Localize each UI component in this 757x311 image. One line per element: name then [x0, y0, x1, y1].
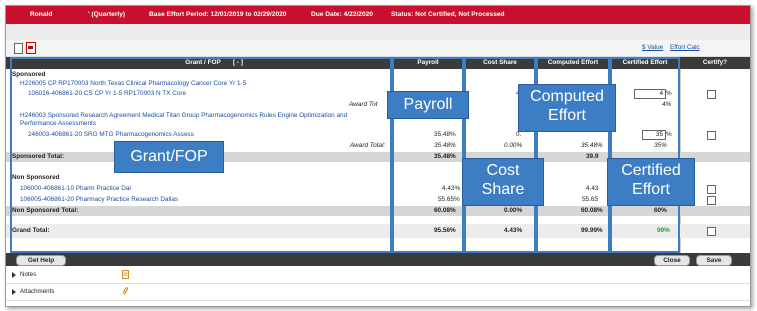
employee-name: Ronald [30, 11, 53, 18]
callout-computed-effort: Computed Effort [518, 84, 616, 132]
due-date: Due Date: 4/22/2020 [311, 11, 373, 18]
report-type: ' (Quarterly) [88, 11, 126, 18]
certification-status: Status: Not Certified, Not Processed [391, 11, 505, 18]
callout-certified-effort: Certified Effort [607, 158, 695, 206]
paperclip-icon[interactable] [122, 287, 129, 296]
highlight-payroll-column [392, 57, 464, 253]
get-help-button[interactable]: Get Help [16, 255, 66, 266]
toolbar: $ Value Effort Calc [6, 40, 750, 57]
pdf-icon[interactable] [26, 42, 36, 54]
certify-checkbox[interactable] [707, 196, 716, 205]
certify-checkbox[interactable] [707, 131, 716, 140]
notes-icon[interactable] [122, 270, 129, 279]
effort-period: Base Effort Period: 12/01/2019 to 02/29/… [149, 11, 287, 18]
column-certify: Certify? [702, 59, 728, 66]
highlight-certified-column [610, 57, 680, 253]
save-button[interactable]: Save [696, 255, 732, 266]
notes-section[interactable]: Notes [6, 267, 750, 284]
callout-cost-share: Cost Share [462, 158, 544, 206]
certify-checkbox[interactable] [707, 90, 716, 99]
value-link[interactable]: $ Value [642, 44, 663, 51]
action-bar: Get Help Close Save [6, 253, 750, 266]
close-button[interactable]: Close [654, 255, 690, 266]
effort-certification-panel: Ronald ' (Quarterly) Base Effort Period:… [5, 5, 751, 307]
notes-label[interactable]: Notes [20, 271, 36, 278]
attachments-section[interactable]: Attachments [6, 284, 750, 301]
certify-all-checkbox[interactable] [707, 227, 716, 236]
effort-calc-link[interactable]: Effort Calc [670, 44, 700, 51]
status-header-bar: Ronald ' (Quarterly) Base Effort Period:… [6, 6, 750, 24]
callout-payroll: Payroll [387, 91, 469, 119]
document-icon[interactable] [14, 43, 23, 54]
certify-checkbox[interactable] [707, 185, 716, 194]
expand-arrow-icon[interactable] [12, 272, 16, 278]
spacer-band [6, 24, 750, 40]
attachments-label[interactable]: Attachments [20, 288, 54, 295]
callout-grant-fop: Grant/FOP [114, 141, 224, 173]
expand-arrow-icon[interactable] [12, 289, 16, 295]
